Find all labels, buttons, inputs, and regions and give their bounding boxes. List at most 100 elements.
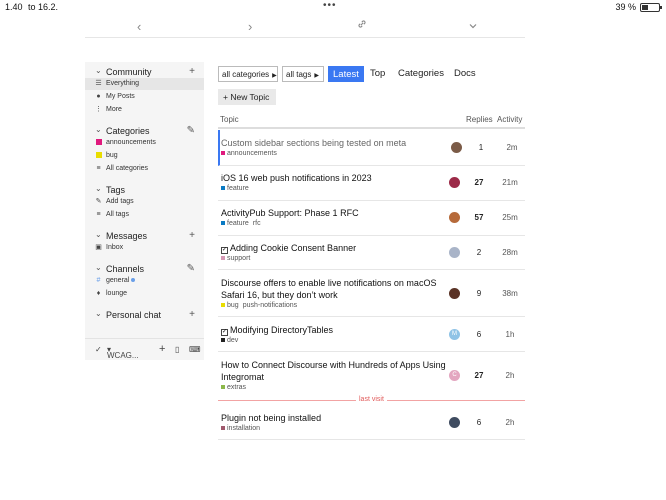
avatar[interactable]	[449, 212, 460, 223]
table-row[interactable]: Discourse offers to enable live notifica…	[218, 270, 525, 317]
sidebar-item-my-posts[interactable]: ● My Posts	[85, 91, 204, 103]
mobile-icon[interactable]: ▯	[175, 345, 179, 354]
category-label[interactable]: feature	[227, 220, 249, 227]
reply-count[interactable]: 27	[470, 371, 488, 380]
topic-title[interactable]: ActivityPub Support: Phase 1 RFC	[221, 207, 446, 219]
activity-time[interactable]: 25m	[501, 213, 519, 222]
avatar[interactable]	[449, 288, 460, 299]
sidebar-item-add-tags[interactable]: ✎ Add tags	[85, 196, 204, 208]
category-label[interactable]: installation	[227, 425, 260, 432]
pencil-icon[interactable]: ✎	[187, 125, 195, 136]
category-label[interactable]: extras	[227, 384, 246, 391]
sidebar-item-bug[interactable]: bug	[85, 150, 204, 162]
activity-time[interactable]: 38m	[501, 289, 519, 298]
activity-time[interactable]: 21m	[501, 178, 519, 187]
category-label[interactable]: bug	[227, 302, 239, 309]
topic-title[interactable]: ✓ Adding Cookie Consent Banner	[221, 242, 446, 254]
topic-title[interactable]: Plugin not being installed	[221, 412, 446, 424]
link-icon[interactable]	[357, 19, 367, 32]
theme-selector[interactable]: WCAG... ▾	[107, 345, 139, 360]
keyboard-icon[interactable]: ⌨	[189, 345, 201, 354]
topic-title[interactable]: ✓ Modifying DirectoryTables	[221, 324, 446, 336]
reply-count[interactable]: 1	[472, 143, 490, 152]
category-label[interactable]: announcements	[227, 150, 277, 157]
multitasking-dots-icon[interactable]: •••	[323, 0, 337, 11]
section-community[interactable]: ⌄ Community +	[85, 66, 204, 78]
reply-count[interactable]: 57	[470, 213, 488, 222]
category-label[interactable]: feature	[227, 185, 249, 192]
section-categories[interactable]: ⌄ Categories ✎	[85, 125, 204, 137]
chevron-down-icon[interactable]: ⌄	[95, 230, 102, 239]
sidebar-item-more[interactable]: ⋮ More	[85, 104, 204, 116]
tags-dropdown[interactable]: all tags ▶	[282, 66, 324, 82]
activity-time[interactable]: 2m	[503, 143, 521, 152]
pencil-icon[interactable]: ✎	[187, 263, 195, 274]
reply-count[interactable]: 6	[470, 418, 488, 427]
table-row[interactable]: ✓ Adding Cookie Consent Banner support 2 …	[218, 236, 525, 270]
col-activity[interactable]: Activity	[497, 115, 522, 124]
reply-count[interactable]: 9	[470, 289, 488, 298]
section-messages[interactable]: ⌄ Messages +	[85, 230, 204, 242]
sidebar-item-inbox[interactable]: ▣ Inbox	[85, 242, 204, 254]
activity-time[interactable]: 28m	[501, 248, 519, 257]
chevron-down-icon[interactable]: ⌄	[95, 309, 102, 318]
chevron-right-icon[interactable]: ›	[248, 19, 252, 34]
tab-top[interactable]: Top	[370, 68, 385, 79]
plus-icon[interactable]: +	[159, 343, 165, 355]
sidebar-item-lounge[interactable]: ♦ lounge	[85, 288, 204, 300]
chevron-down-icon[interactable]	[468, 19, 478, 34]
tab-categories[interactable]: Categories	[398, 68, 444, 79]
chevron-left-icon[interactable]: ‹	[137, 19, 141, 34]
topic-title[interactable]: How to Connect Discourse with Hundreds o…	[221, 359, 446, 383]
tag-label[interactable]: push-notifications	[243, 302, 297, 309]
table-row[interactable]: iOS 16 web push notifications in 2023 fe…	[218, 166, 525, 201]
avatar[interactable]	[449, 177, 460, 188]
plus-icon[interactable]: +	[189, 309, 195, 320]
chevron-down-icon[interactable]: ⌄	[95, 184, 102, 193]
reply-count[interactable]: 27	[470, 178, 488, 187]
category-label[interactable]: dev	[227, 337, 238, 344]
col-topic[interactable]: Topic	[220, 115, 239, 124]
categories-dropdown[interactable]: all categories ▶	[218, 66, 278, 82]
tab-docs[interactable]: Docs	[454, 68, 476, 79]
section-channels[interactable]: ⌄ Channels ✎	[85, 263, 204, 275]
category-label[interactable]: support	[227, 255, 250, 262]
activity-time[interactable]: 2h	[501, 418, 519, 427]
topic-title[interactable]: Discourse offers to enable live notifica…	[221, 277, 446, 301]
avatar[interactable]: M	[449, 329, 460, 340]
reply-count[interactable]: 2	[470, 248, 488, 257]
chevron-down-icon[interactable]: ⌄	[95, 263, 102, 272]
plus-icon[interactable]: +	[189, 66, 195, 77]
table-row[interactable]: Custom sidebar sections being tested on …	[218, 130, 525, 166]
avatar[interactable]: C	[449, 370, 460, 381]
sidebar-item-announcements[interactable]: announcements	[85, 137, 204, 149]
plus-icon[interactable]: +	[189, 230, 195, 241]
col-replies[interactable]: Replies	[466, 115, 493, 124]
sidebar-item-general[interactable]: # general	[85, 275, 204, 287]
table-row[interactable]: ✓ Modifying DirectoryTables dev M 6 1h	[218, 317, 525, 352]
avatar[interactable]	[451, 142, 462, 153]
sidebar-item-all-categories[interactable]: ≡ All categories	[85, 163, 204, 175]
avatar[interactable]	[449, 417, 460, 428]
chevron-down-icon[interactable]: ⌄	[95, 125, 102, 134]
tab-latest[interactable]: Latest	[328, 66, 364, 82]
section-tags[interactable]: ⌄ Tags	[85, 184, 204, 196]
sidebar-item-all-tags[interactable]: ≡ All tags	[85, 209, 204, 221]
table-row[interactable]: ActivityPub Support: Phase 1 RFC feature…	[218, 201, 525, 236]
table-row[interactable]: Plugin not being installed installation …	[218, 406, 525, 440]
reply-count[interactable]: 6	[470, 330, 488, 339]
last-visit-label: last visit	[356, 396, 387, 403]
sidebar: ⌄ Community + ☰ Everything ● My Posts ⋮ …	[85, 62, 204, 360]
sidebar-item-everything[interactable]: ☰ Everything	[85, 78, 204, 90]
activity-time[interactable]: 2h	[501, 371, 519, 380]
section-personal-chat[interactable]: ⌄ Personal chat +	[85, 309, 204, 321]
table-row[interactable]: How to Connect Discourse with Hundreds o…	[218, 352, 525, 400]
topic-title[interactable]: Custom sidebar sections being tested on …	[221, 137, 446, 149]
topic-title[interactable]: iOS 16 web push notifications in 2023	[221, 172, 446, 184]
brush-icon[interactable]: ✓	[95, 345, 102, 354]
new-topic-button[interactable]: + New Topic	[218, 89, 276, 105]
tag-label[interactable]: rfc	[253, 220, 261, 227]
activity-time[interactable]: 1h	[501, 330, 519, 339]
avatar[interactable]	[449, 247, 460, 258]
chevron-down-icon[interactable]: ⌄	[95, 66, 102, 75]
